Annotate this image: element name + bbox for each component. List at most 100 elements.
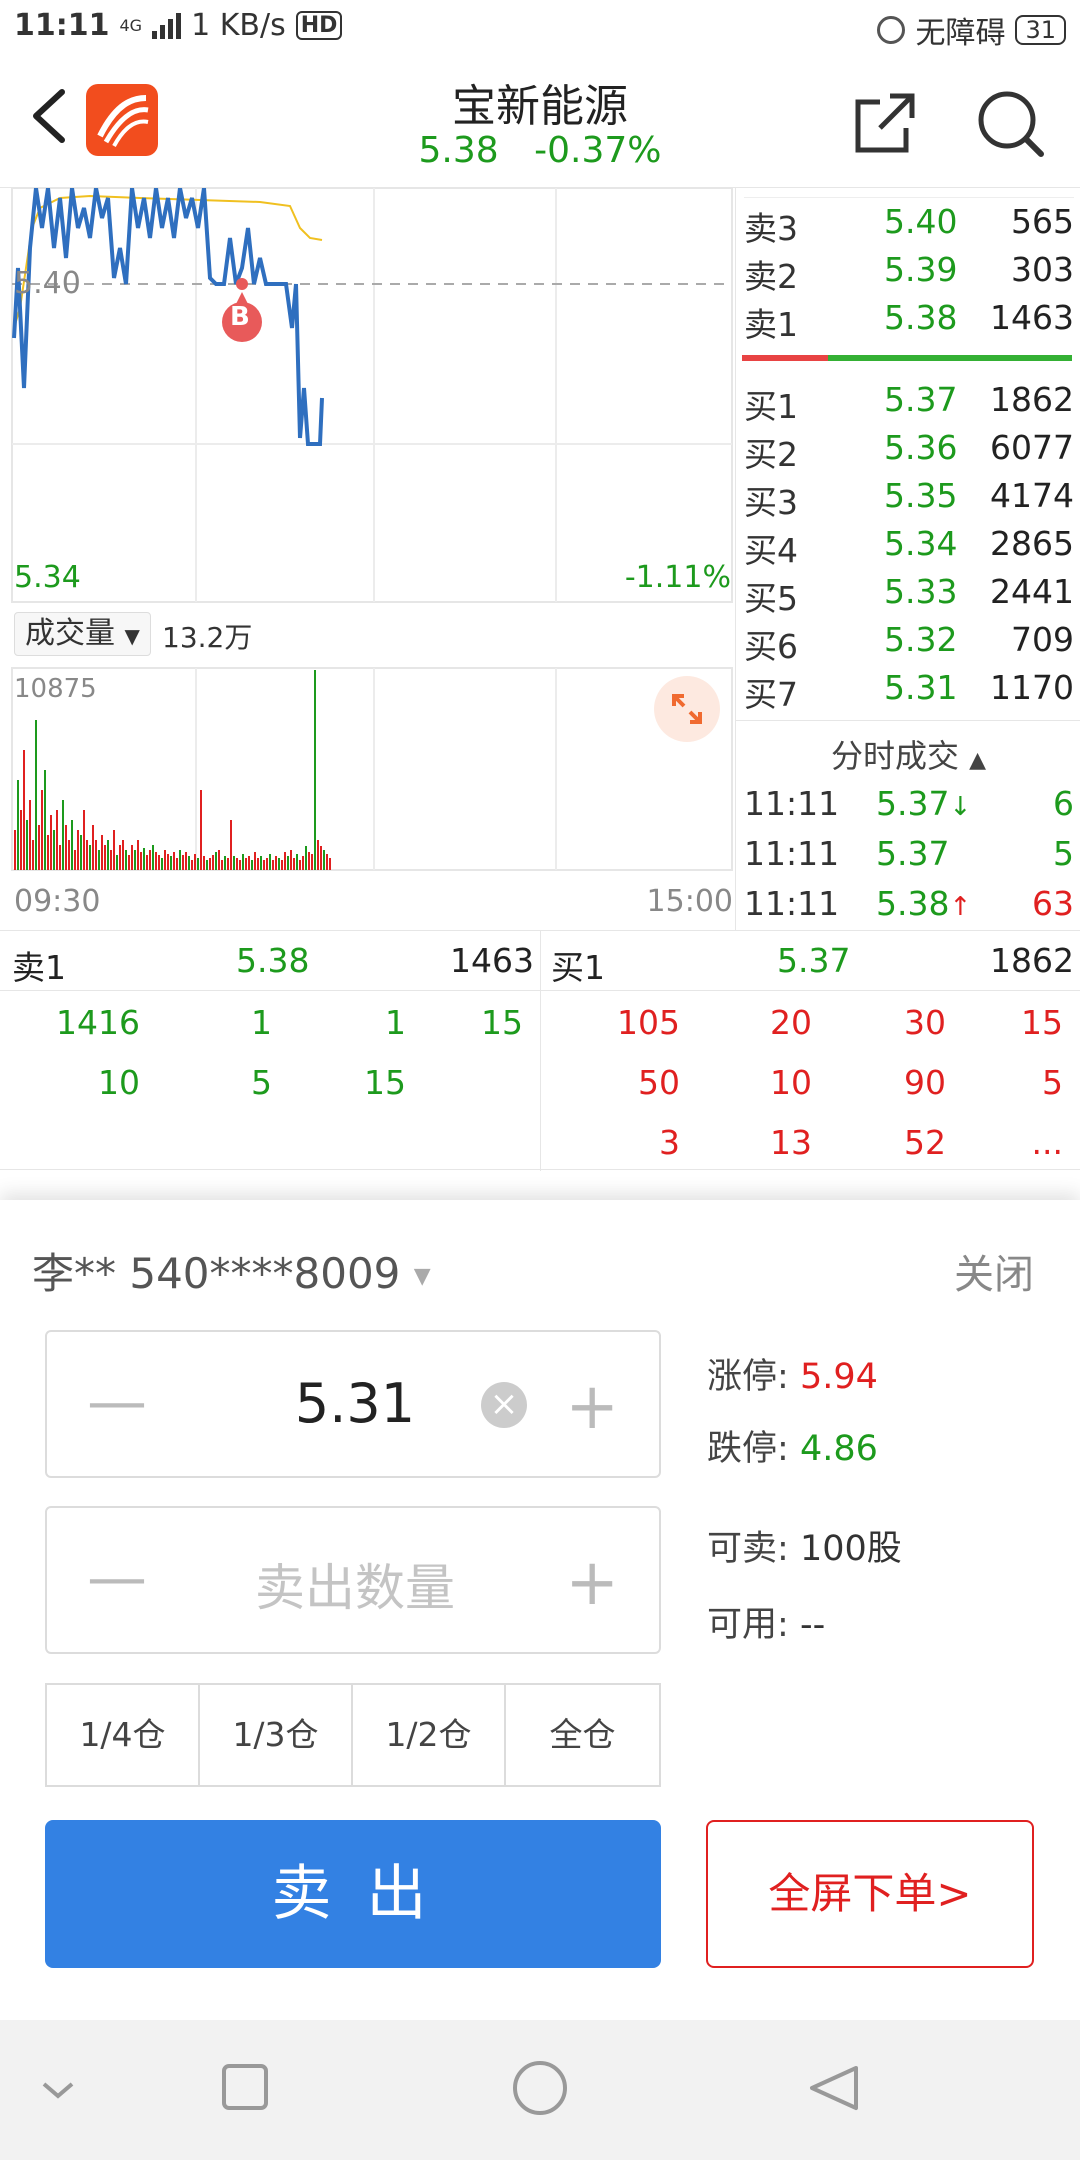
volume-selector-label: 成交量 bbox=[25, 616, 115, 651]
fraction-quarter-button[interactable]: 1/4仓 bbox=[45, 1683, 200, 1787]
volume-bar bbox=[122, 840, 124, 870]
tick-price-value: 5.37 bbox=[876, 834, 950, 873]
volume-bar bbox=[116, 855, 118, 870]
account-selector[interactable]: 李** 540****8009 ▼ bbox=[32, 1240, 431, 1301]
l2-buy-header: 买1 5.37 1862 bbox=[541, 931, 1080, 991]
volume-bar bbox=[98, 850, 100, 870]
l2-buy-price: 5.37 bbox=[777, 941, 851, 980]
volume-bar bbox=[86, 840, 88, 870]
ticks-title: 分时成交 bbox=[830, 737, 959, 775]
l2-queue-cell: 15 bbox=[364, 1063, 406, 1102]
volume-bar bbox=[311, 854, 313, 870]
l2-queue-cell: 105 bbox=[617, 1003, 680, 1042]
net-speed: 1 KB/s bbox=[191, 8, 286, 43]
bid-row[interactable]: 买4 5.34 2865 bbox=[744, 524, 1074, 572]
sell-button[interactable]: 卖 出 bbox=[45, 1820, 661, 1968]
bid-row[interactable]: 买5 5.33 2441 bbox=[744, 572, 1074, 620]
volume-bar bbox=[257, 858, 259, 870]
volume-bar bbox=[104, 845, 106, 870]
nav-home-icon[interactable] bbox=[513, 2061, 567, 2115]
bid-level-label: 买6 bbox=[744, 627, 798, 666]
tick-price: 5.37 bbox=[876, 834, 949, 873]
bid-level-label: 买4 bbox=[744, 531, 798, 570]
bid-volume: 1170 bbox=[990, 668, 1074, 707]
bid-price: 5.37 bbox=[884, 380, 958, 419]
volume-indicator-selector[interactable]: 成交量 ▼ bbox=[14, 612, 151, 656]
signal-icon bbox=[152, 12, 182, 39]
l2-sell-label: 卖1 bbox=[12, 948, 66, 987]
l2-queue-cell: 1416 bbox=[56, 1003, 140, 1042]
clear-icon[interactable]: × bbox=[481, 1382, 527, 1428]
bid-volume: 4174 bbox=[990, 476, 1074, 515]
close-button[interactable]: 关闭 bbox=[954, 1242, 1034, 1300]
volume-bar bbox=[62, 800, 64, 870]
nav-collapse-icon[interactable] bbox=[42, 2082, 74, 2099]
fraction-full-button[interactable]: 全仓 bbox=[504, 1683, 661, 1787]
fullscreen-order-button[interactable]: 全屏下单> bbox=[706, 1820, 1034, 1968]
volume-bar bbox=[191, 860, 193, 870]
quantity-plus-button[interactable]: + bbox=[565, 1546, 619, 1620]
volume-bar bbox=[155, 852, 157, 870]
volume-bar bbox=[248, 856, 250, 870]
bid-row[interactable]: 买7 5.31 1170 bbox=[744, 668, 1074, 716]
ask-row[interactable]: 卖2 5.39 303 bbox=[744, 250, 1074, 298]
volume-bar bbox=[53, 830, 55, 870]
tick-volume: 5 bbox=[1053, 834, 1074, 873]
volume-bar bbox=[107, 840, 109, 870]
fraction-third-button[interactable]: 1/3仓 bbox=[198, 1683, 353, 1787]
search-icon[interactable] bbox=[975, 88, 1045, 158]
tick-price-value: 5.38 bbox=[876, 884, 950, 923]
bid-volume: 2441 bbox=[990, 572, 1074, 611]
share-icon[interactable] bbox=[850, 88, 920, 158]
nav-recent-icon[interactable] bbox=[222, 2064, 268, 2110]
volume-bar bbox=[92, 825, 94, 870]
ask-row[interactable]: 卖3 5.40 565 bbox=[744, 202, 1074, 250]
bid-row[interactable]: 买1 5.37 1862 bbox=[744, 380, 1074, 428]
l2-queue-cell: 90 bbox=[904, 1063, 946, 1102]
volume-bar bbox=[272, 860, 274, 870]
volume-bar bbox=[32, 840, 34, 870]
volume-total: 13.2万 bbox=[162, 621, 253, 654]
tick-volume: 63 bbox=[1032, 884, 1074, 923]
bid-level-label: 买2 bbox=[744, 435, 798, 474]
book-divider bbox=[742, 355, 1072, 361]
price-plus-button[interactable]: + bbox=[565, 1370, 619, 1444]
volume-bar bbox=[287, 856, 289, 870]
trade-marker: B bbox=[230, 302, 250, 332]
volume-bar bbox=[176, 858, 178, 870]
volume-bar bbox=[302, 856, 304, 870]
ask-volume: 303 bbox=[1011, 250, 1074, 289]
volume-bar bbox=[23, 750, 25, 870]
bid-volume: 1862 bbox=[990, 380, 1074, 419]
volume-bar bbox=[278, 858, 280, 870]
fraction-half-button[interactable]: 1/2仓 bbox=[351, 1683, 506, 1787]
volume-bar bbox=[20, 810, 22, 870]
l2-queue-cell: 50 bbox=[638, 1063, 680, 1102]
volume-bar bbox=[119, 845, 121, 870]
volume-bar bbox=[197, 858, 199, 870]
l2-queue-cell: 15 bbox=[1021, 1003, 1063, 1042]
volume-bar bbox=[269, 854, 271, 870]
accessibility-label: 无障碍 bbox=[915, 16, 1006, 51]
volume-bar bbox=[101, 835, 103, 870]
tick-volume: 6 bbox=[1053, 784, 1074, 823]
volume-bar bbox=[290, 850, 292, 870]
l2-queue-cell: 5 bbox=[1042, 1063, 1063, 1102]
bid-row[interactable]: 买6 5.32 709 bbox=[744, 620, 1074, 668]
expand-icon[interactable] bbox=[654, 676, 720, 742]
bid-row[interactable]: 买3 5.35 4174 bbox=[744, 476, 1074, 524]
order-book: 卖3 5.40 565 卖2 5.39 303 卖1 5.38 1463 买1 5.37 1862 买… bbox=[735, 188, 1080, 930]
low-price-label: 5.34 bbox=[14, 560, 81, 595]
intraday-chart[interactable]: 5.40 B 5.34 -1.11% 成交量 ▼ 13.2万 10875 09:… bbox=[0, 188, 735, 930]
volume-bar bbox=[41, 790, 43, 870]
bid-row[interactable]: 买2 5.36 6077 bbox=[744, 428, 1074, 476]
volume-bar bbox=[275, 856, 277, 870]
nav-back-icon[interactable] bbox=[810, 2066, 858, 2110]
chevron-down-icon: ▼ bbox=[124, 624, 140, 648]
ask-row[interactable]: 卖1 5.38 1463 bbox=[744, 298, 1074, 346]
tick-arrow-icon: ↓ bbox=[949, 792, 972, 822]
ticks-header[interactable]: 分时成交 ▲ bbox=[736, 720, 1080, 777]
limit-up-label: 涨停: bbox=[707, 1357, 789, 1397]
price-stepper: — 5.31 × + bbox=[45, 1330, 661, 1478]
volume-bar bbox=[254, 852, 256, 870]
